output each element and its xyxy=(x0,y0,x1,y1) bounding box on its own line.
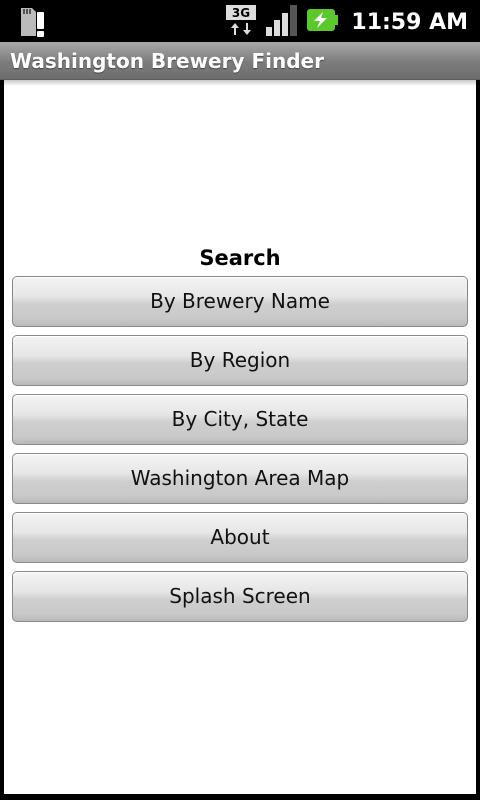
by-city-state-button[interactable]: By City, State xyxy=(12,394,468,445)
sd-card-alert-icon xyxy=(18,6,48,38)
main-content: Search By Brewery Name By Region By City… xyxy=(4,80,476,794)
search-heading: Search xyxy=(199,246,281,270)
splash-screen-button[interactable]: Splash Screen xyxy=(12,571,468,622)
status-bar: 3G 11:59 AM xyxy=(0,0,480,42)
search-menu: By Brewery Name By Region By City, State… xyxy=(12,276,468,630)
about-button[interactable]: About xyxy=(12,512,468,563)
status-clock: 11:59 AM xyxy=(351,9,468,35)
washington-area-map-button[interactable]: Washington Area Map xyxy=(12,453,468,504)
network-3g-icon: 3G xyxy=(225,3,259,41)
signal-icon xyxy=(265,3,299,41)
svg-text:3G: 3G xyxy=(232,6,250,20)
title-bar-shadow xyxy=(4,80,476,86)
battery-charging-icon xyxy=(305,7,339,37)
by-region-button[interactable]: By Region xyxy=(12,335,468,386)
app-title-bar: Washington Brewery Finder xyxy=(0,42,480,80)
status-icons: 3G 11:59 AM xyxy=(225,4,468,40)
app-title: Washington Brewery Finder xyxy=(10,49,324,73)
by-brewery-name-button[interactable]: By Brewery Name xyxy=(12,276,468,327)
